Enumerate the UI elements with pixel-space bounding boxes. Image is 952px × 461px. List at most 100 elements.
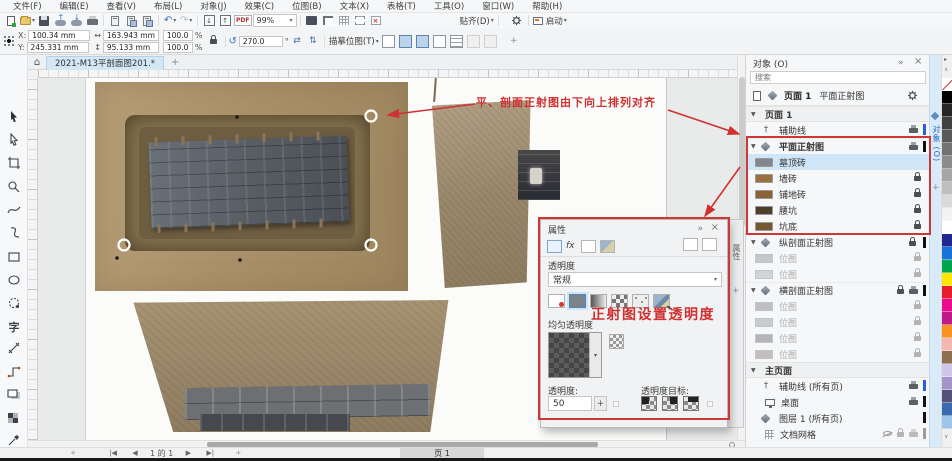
palette-swatch[interactable]	[942, 169, 952, 182]
palette-swatch[interactable]	[942, 247, 952, 260]
palette-swatch[interactable]	[942, 104, 952, 117]
merge-mode-select[interactable]: 常规	[548, 272, 722, 287]
crop-tool[interactable]	[3, 153, 25, 173]
lock-icon[interactable]	[914, 320, 921, 325]
palette-swatch[interactable]	[942, 156, 952, 169]
tree-row-wall-bricks[interactable]: 墙砖	[746, 170, 930, 186]
rotation-input[interactable]: 270.0	[239, 36, 283, 47]
palette-swatch[interactable]	[942, 91, 952, 104]
menu-object[interactable]: 对象(J)	[191, 0, 235, 12]
trace-bitmap-button[interactable]: 描摹位图(T)	[329, 35, 379, 48]
expand-caret-icon[interactable]	[746, 287, 759, 294]
lock-icon[interactable]	[914, 272, 921, 277]
tree-row-guides-all-pages[interactable]: 辅助线 (所有页)	[746, 378, 930, 394]
tree-row-page1[interactable]: 页面 1	[746, 106, 930, 122]
save-button[interactable]	[37, 14, 51, 27]
layer-color-bar[interactable]	[923, 237, 926, 248]
transparency-tool[interactable]	[3, 408, 25, 428]
lock-icon[interactable]	[914, 336, 921, 341]
lock-icon[interactable]	[914, 224, 921, 229]
options-button[interactable]	[510, 14, 524, 27]
palette-swatch[interactable]	[942, 390, 952, 403]
redo-button[interactable]	[179, 14, 193, 27]
import-button[interactable]: ↓	[202, 14, 216, 27]
opacity-stepper[interactable]: +	[594, 396, 607, 411]
palette-swatch[interactable]	[942, 195, 952, 208]
uniform-transparency-icon[interactable]	[569, 294, 586, 308]
open-button[interactable]	[20, 14, 35, 27]
mirror-horizontal-button[interactable]	[290, 35, 304, 48]
tree-row-pit-bottom[interactable]: 坑底	[746, 218, 930, 234]
printer-icon[interactable]	[909, 289, 918, 294]
preview-mode-button[interactable]: ×	[369, 14, 383, 27]
layer-color-bar[interactable]	[923, 124, 926, 135]
option-checkbox[interactable]	[613, 401, 619, 407]
tree-row-layer1-all-pages[interactable]: 图层 1 (所有页)	[746, 410, 930, 426]
layer-color-bar[interactable]	[923, 380, 926, 391]
first-page-button[interactable]	[106, 449, 120, 457]
menu-help[interactable]: 帮助(H)	[523, 0, 571, 12]
print-button[interactable]	[85, 14, 99, 27]
previous-page-button[interactable]	[128, 449, 142, 457]
menu-bitmaps[interactable]: 位图(B)	[283, 0, 330, 12]
tree-row-plan-layer[interactable]: 平面正射图	[746, 138, 930, 154]
plan-orthophoto-image[interactable]	[95, 82, 408, 291]
lock-ratio-icon[interactable]	[210, 39, 217, 44]
undo-button[interactable]	[163, 14, 177, 27]
lock-icon[interactable]	[914, 192, 921, 197]
palette-swatch[interactable]	[942, 377, 952, 390]
collapse-docker-icon[interactable]	[898, 57, 904, 68]
palette-swatch[interactable]	[942, 143, 952, 156]
show-guidelines-button[interactable]	[353, 14, 367, 27]
menu-effects[interactable]: 效果(C)	[236, 0, 284, 12]
show-rulers-button[interactable]	[321, 14, 335, 27]
adjust-bitmap-icon[interactable]	[416, 35, 429, 48]
tree-row-waist-pit[interactable]: 腰坑	[746, 202, 930, 218]
palette-swatch[interactable]	[942, 403, 952, 416]
document-tab[interactable]: 2021-M13平剖面图201.*	[46, 56, 164, 70]
transparency-tab-icon[interactable]	[547, 240, 562, 253]
search-input[interactable]	[750, 71, 926, 84]
option-checkbox[interactable]	[707, 401, 713, 407]
palette-swatch[interactable]	[942, 78, 952, 91]
shape-tool[interactable]	[3, 130, 25, 150]
new-document-button[interactable]	[4, 14, 18, 27]
expand-caret-icon[interactable]	[746, 143, 759, 150]
tree-row-desktop[interactable]: 桌面	[746, 394, 930, 410]
cut-button[interactable]	[108, 14, 122, 27]
section-brick-detail-image[interactable]	[518, 150, 560, 200]
text-tool[interactable]: 字	[3, 317, 25, 337]
connector-tool[interactable]	[3, 362, 25, 382]
properties-vertical-tab[interactable]: 属性	[731, 244, 742, 260]
opacity-input[interactable]: 50	[548, 396, 592, 411]
export-button[interactable]: ↑	[218, 14, 232, 27]
palette-swatch[interactable]	[942, 208, 952, 221]
layer-color-bar[interactable]	[923, 396, 926, 407]
tree-row-floor-bricks[interactable]: 铺地砖	[746, 186, 930, 202]
scale-y-input[interactable]: 100.0	[163, 42, 193, 53]
layer-color-bar[interactable]	[923, 412, 926, 423]
last-page-button[interactable]	[203, 449, 217, 457]
effects-tab-icon[interactable]: fx	[566, 241, 575, 251]
palette-swatch[interactable]	[942, 299, 952, 312]
tree-row-bitmap[interactable]: 位图	[746, 330, 930, 346]
snap-to-button[interactable]: 贴齐(D)	[460, 14, 494, 27]
tree-row-master-page[interactable]: 主页面	[746, 362, 930, 378]
palette-swatch[interactable]	[942, 130, 952, 143]
dimension-tool[interactable]	[3, 338, 25, 358]
target-fill-icon[interactable]	[641, 396, 657, 411]
palette-swatch[interactable]	[942, 234, 952, 247]
vertical-ruler[interactable]	[28, 78, 38, 440]
expand-caret-icon[interactable]	[746, 367, 759, 374]
tree-row-bitmap[interactable]: 位图	[746, 266, 930, 282]
tree-row-bitmap[interactable]: 位图	[746, 314, 930, 330]
cloud-upload-button[interactable]	[53, 14, 67, 27]
tree-row-bitmap[interactable]: 位图	[746, 298, 930, 314]
width-input[interactable]: 163.943 mm	[103, 30, 159, 41]
x-position-input[interactable]: 100.34 mm	[28, 30, 90, 41]
lock-icon[interactable]	[914, 208, 921, 213]
palette-swatch[interactable]	[942, 416, 952, 429]
palette-scroll-up-icon[interactable]	[944, 66, 948, 73]
bitmap-frame-icon[interactable]	[433, 35, 446, 48]
menu-file[interactable]: 文件(F)	[4, 0, 51, 12]
